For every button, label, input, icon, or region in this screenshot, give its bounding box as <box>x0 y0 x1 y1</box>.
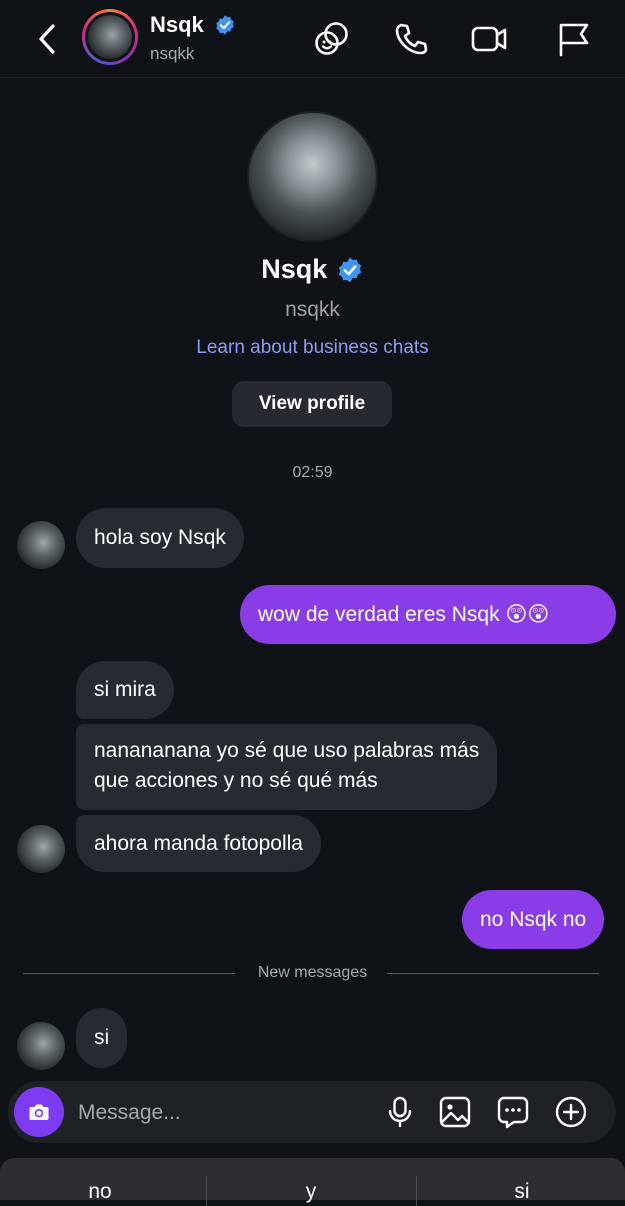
keyboard-suggestion[interactable]: y <box>261 1180 361 1204</box>
sender-avatar[interactable] <box>17 521 65 569</box>
verified-badge-icon <box>216 15 234 35</box>
header-handle[interactable]: nsqkk <box>150 44 194 64</box>
header-avatar[interactable] <box>82 9 138 65</box>
profile-avatar[interactable] <box>247 111 378 242</box>
camera-button[interactable] <box>14 1087 64 1137</box>
keyboard-suggestion[interactable]: no <box>50 1180 150 1204</box>
learn-business-chats-link[interactable]: Learn about business chats <box>0 337 625 359</box>
sticker-chat-icon[interactable] <box>496 1095 530 1129</box>
profile-handle: nsqkk <box>285 298 340 321</box>
message-bubble-outgoing[interactable]: no Nsqk no <box>462 890 605 949</box>
camera-icon <box>29 1104 49 1120</box>
profile-name: Nsqk <box>261 254 328 284</box>
image-icon[interactable] <box>438 1095 472 1129</box>
suggestion-divider <box>206 1176 207 1206</box>
suggestion-divider <box>416 1176 417 1206</box>
message-bubble-incoming[interactable]: hola soy Nsqk <box>76 508 244 568</box>
sender-avatar[interactable] <box>17 825 65 873</box>
keyboard-suggestion-bar: no y si <box>0 1158 625 1206</box>
divider-line <box>387 973 599 974</box>
plus-icon[interactable] <box>554 1095 588 1129</box>
back-chevron-icon[interactable] <box>34 22 62 56</box>
verified-badge-icon <box>338 257 361 282</box>
message-line: que acciones y no sé qué más <box>94 769 378 792</box>
message-timestamp: 02:59 <box>292 464 333 481</box>
flag-icon[interactable] <box>554 20 592 58</box>
message-bubble-incoming[interactable]: ahora manda fotopolla <box>76 815 321 872</box>
chat-header: Nsqk nsqkk <box>0 0 625 78</box>
message-composer <box>8 1081 616 1143</box>
profile-name-row: Nsqk <box>0 254 625 285</box>
video-camera-icon[interactable] <box>470 20 508 58</box>
message-bubble-incoming[interactable]: si <box>76 1008 128 1068</box>
message-bubble-incoming[interactable]: si mira <box>76 661 174 719</box>
header-name[interactable]: Nsqk <box>150 12 204 38</box>
keyboard-suggestion[interactable]: si <box>472 1180 572 1204</box>
message-line: nanananana yo sé que uso palabras más <box>94 739 480 762</box>
message-input[interactable] <box>76 1095 360 1131</box>
message-bubble-incoming[interactable]: nanananana yo sé que uso palabras más qu… <box>76 724 498 810</box>
microphone-icon[interactable] <box>383 1095 417 1129</box>
sender-avatar[interactable] <box>17 1022 65 1070</box>
phone-icon[interactable] <box>392 20 430 58</box>
message-bubble-outgoing[interactable]: wow de verdad eres Nsqk 😲😲 <box>240 585 616 644</box>
view-profile-button[interactable]: View profile <box>232 381 392 427</box>
stickers-icon[interactable] <box>313 20 351 58</box>
